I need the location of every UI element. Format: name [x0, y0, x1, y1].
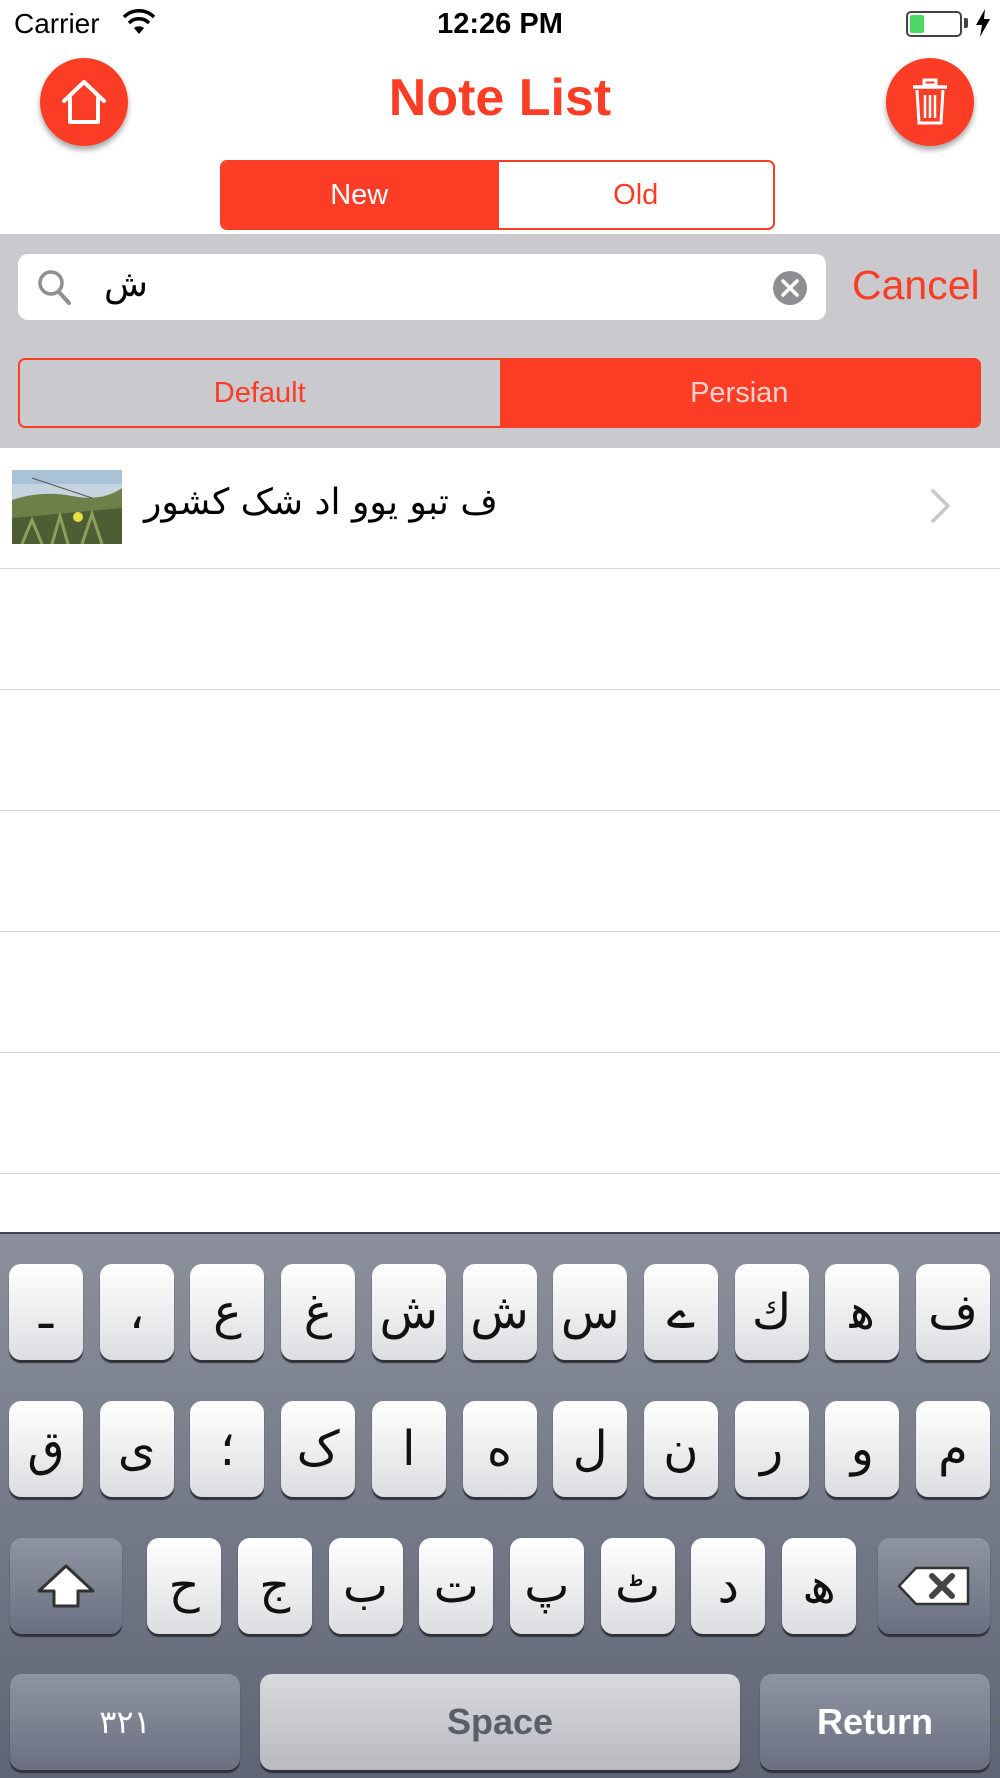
- search-icon: [38, 270, 71, 305]
- letter-key[interactable]: د: [691, 1538, 766, 1634]
- letter-key[interactable]: ف: [916, 1264, 990, 1360]
- battery-level-fill: [910, 15, 924, 33]
- scope-persian[interactable]: Persian: [499, 360, 979, 426]
- shift-key[interactable]: [10, 1538, 122, 1634]
- letter-key[interactable]: ت: [419, 1538, 494, 1634]
- note-thumbnail: [12, 470, 122, 544]
- list-item[interactable]: ف تبو یوو اد شک کشور: [0, 448, 1000, 569]
- letter-key[interactable]: ش: [371, 1264, 446, 1360]
- letter-key[interactable]: و: [825, 1401, 900, 1497]
- letter-key[interactable]: ی: [99, 1401, 174, 1497]
- letter-key[interactable]: ھ: [782, 1538, 856, 1634]
- charging-bolt-icon: [976, 9, 990, 37]
- search-bar-area: ش Cancel Default Persian: [0, 234, 1000, 448]
- keyboard: ٣٢١ Space Return ف ﻫ ك ے س ش ش غ ع ، ـ م و ر ن ل ه ا ک ؛ ی ق ھ…: [0, 1232, 1000, 1778]
- search-input[interactable]: ش: [104, 264, 148, 305]
- empty-row: [0, 1053, 1000, 1174]
- numbers-key[interactable]: ٣٢١: [10, 1674, 240, 1770]
- letter-key[interactable]: ؛: [190, 1401, 265, 1497]
- delete-all-button[interactable]: [886, 58, 974, 146]
- scope-default[interactable]: Default: [20, 360, 500, 426]
- nav-header: Note List New Old: [0, 48, 1000, 232]
- segment-new[interactable]: New: [222, 162, 497, 228]
- sort-segmented-control: New Old: [220, 160, 775, 230]
- page-title: Note List: [388, 69, 612, 127]
- delete-icon: [897, 1566, 970, 1606]
- letter-key[interactable]: م: [916, 1401, 990, 1497]
- battery-tip: [964, 18, 968, 28]
- letter-key[interactable]: غ: [281, 1264, 356, 1360]
- note-title: ف تبو یوو اد شک کشور: [144, 482, 498, 523]
- battery-icon: [906, 11, 962, 37]
- letter-key[interactable]: ح: [147, 1538, 222, 1634]
- letter-key[interactable]: ے: [643, 1264, 718, 1360]
- empty-row: [0, 690, 1000, 811]
- note-list: ف تبو یوو اد شک کشور: [0, 448, 1000, 1174]
- letter-key[interactable]: ق: [9, 1401, 83, 1497]
- letter-key[interactable]: ع: [190, 1264, 265, 1360]
- letter-key[interactable]: ا: [371, 1401, 446, 1497]
- letter-key[interactable]: ن: [643, 1401, 718, 1497]
- empty-row: [0, 811, 1000, 932]
- letter-key[interactable]: ر: [734, 1401, 809, 1497]
- letter-key[interactable]: ه: [462, 1401, 537, 1497]
- segment-old[interactable]: Old: [496, 162, 774, 228]
- letter-key[interactable]: ـ: [9, 1264, 83, 1360]
- delete-key[interactable]: [878, 1538, 990, 1634]
- letter-key[interactable]: ش: [462, 1264, 537, 1360]
- empty-row: [0, 569, 1000, 690]
- chevron-right-icon: [931, 489, 950, 523]
- letter-key[interactable]: ﻫ: [825, 1264, 900, 1360]
- status-bar: Carrier 12:26 PM: [0, 0, 1000, 48]
- search-scope-control: Default Persian: [18, 358, 981, 428]
- shift-icon: [37, 1564, 95, 1608]
- letter-key[interactable]: ک: [281, 1401, 356, 1497]
- letter-key[interactable]: ك: [734, 1264, 809, 1360]
- letter-key[interactable]: ل: [553, 1401, 628, 1497]
- letter-key[interactable]: س: [553, 1264, 628, 1360]
- letter-key[interactable]: پ: [509, 1538, 584, 1634]
- clear-text-icon[interactable]: [772, 270, 808, 306]
- trash-icon: [913, 78, 947, 125]
- empty-row: [0, 932, 1000, 1053]
- return-key[interactable]: Return: [760, 1674, 990, 1770]
- letter-key[interactable]: ،: [99, 1264, 174, 1360]
- search-field[interactable]: ش: [18, 254, 826, 320]
- status-time: 12:26 PM: [437, 8, 563, 40]
- space-key[interactable]: Space: [260, 1674, 740, 1770]
- letter-key[interactable]: ب: [328, 1538, 403, 1634]
- cancel-button[interactable]: Cancel: [852, 262, 980, 309]
- letter-key[interactable]: ج: [237, 1538, 312, 1634]
- letter-key[interactable]: ٹ: [600, 1538, 675, 1634]
